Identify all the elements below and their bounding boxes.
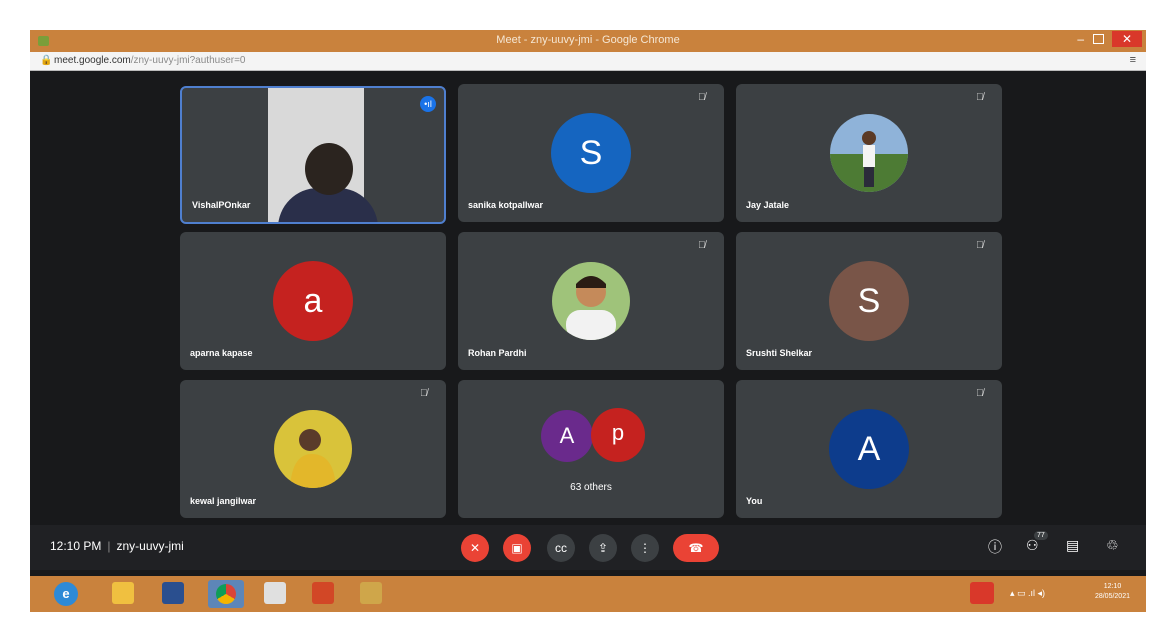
- avatar: S: [829, 261, 909, 341]
- url-path: /zny-uuvy-jmi?authuser=0: [130, 55, 246, 66]
- people-icon[interactable]: ⚇ 77: [1026, 531, 1048, 554]
- participant-name: You: [746, 496, 763, 506]
- powerpoint-icon[interactable]: [312, 582, 334, 604]
- url-host: meet.google.com: [54, 55, 131, 66]
- computer-icon[interactable]: [162, 582, 184, 604]
- avatar: S: [551, 113, 631, 193]
- mic-muted-icon: 🎙̸: [420, 388, 428, 399]
- activities-icon[interactable]: ♲: [1106, 537, 1119, 554]
- info-icon[interactable]: ⓘ: [988, 537, 1002, 557]
- camera-off-icon[interactable]: ▣: [503, 534, 531, 562]
- file-explorer-icon[interactable]: [112, 582, 134, 604]
- mic-muted-icon: 🎙̸: [976, 388, 984, 399]
- address-bar[interactable]: 🔒 meet.google.com/zny-uuvy-jmi?authuser=…: [30, 52, 1146, 71]
- others-count: 63 others: [570, 482, 612, 493]
- minimize-button[interactable]: –: [1077, 32, 1084, 46]
- participant-name: Srushti Shelkar: [746, 348, 813, 358]
- window-title: Meet - zny-uuvy-jmi - Google Chrome: [496, 34, 680, 46]
- clock-time: 12:10: [1103, 583, 1122, 590]
- avatar-photo: [552, 262, 630, 340]
- participant-tile-rohan[interactable]: 🎙̸ Rohan Pardhi: [458, 232, 724, 370]
- participant-tile-jay[interactable]: 🎙̸ Jay Jatale: [736, 84, 1002, 222]
- captions-icon[interactable]: cc: [547, 534, 575, 562]
- avatar: p: [591, 408, 645, 462]
- participant-tile-sanika[interactable]: 🎙̸ S sanika kotpallwar: [458, 84, 724, 222]
- participant-name: Jay Jatale: [746, 200, 790, 210]
- screen: Meet - zny-uuvy-jmi - Google Chrome – ✕ …: [30, 30, 1146, 612]
- taskbar: e ▴ ▭ .ıl ◂) 12:10 28/05/2021: [30, 576, 1146, 612]
- chrome-taskbar-icon[interactable]: [208, 580, 244, 608]
- avatar: A: [541, 410, 593, 462]
- avatar: a: [273, 261, 353, 341]
- clock-text: 12:10 PM: [50, 539, 102, 553]
- lock-icon: 🔒: [40, 55, 53, 66]
- browser-menu-icon[interactable]: ≡: [1130, 54, 1136, 66]
- tray-icons[interactable]: ▴ ▭ .ıl ◂): [1010, 588, 1045, 599]
- speaking-indicator-icon: •ıl: [420, 96, 436, 112]
- participant-name: kewal jangilwar: [190, 496, 257, 506]
- close-button[interactable]: ✕: [1112, 31, 1142, 47]
- more-icon[interactable]: ⋮: [631, 534, 659, 562]
- avatar: A: [829, 409, 909, 489]
- mic-muted-icon: 🎙̸: [698, 240, 706, 251]
- participant-count-badge: 77: [1034, 531, 1048, 540]
- clock-date: 28/05/2021: [1094, 593, 1130, 600]
- present-icon[interactable]: ⇪: [589, 534, 617, 562]
- participant-name: aparna kapase: [190, 348, 253, 358]
- mic-muted-icon: 🎙̸: [698, 92, 706, 103]
- chat-icon[interactable]: ▤: [1066, 537, 1079, 554]
- meeting-info: 12:10 PM | zny-uuvy-jmi: [50, 539, 184, 553]
- internet-explorer-icon[interactable]: e: [54, 582, 78, 606]
- mic-muted-icon: 🎙̸: [976, 92, 984, 103]
- mic-off-icon[interactable]: ✕: [461, 534, 489, 562]
- title-bar: Meet - zny-uuvy-jmi - Google Chrome – ✕: [30, 30, 1146, 52]
- url-text[interactable]: meet.google.com/zny-uuvy-jmi?authuser=0: [54, 55, 246, 66]
- participant-name: VishalPOnkar: [192, 200, 251, 210]
- meeting-bar: 12:10 PM | zny-uuvy-jmi ✕ ▣ cc ⇪ ⋮ ☎ ⓘ ⚇ 77…: [30, 525, 1146, 570]
- end-call-icon[interactable]: ☎: [673, 534, 719, 562]
- participant-tile-kewal[interactable]: 🎙̸ kewal jangilwar: [180, 380, 446, 518]
- system-tray: ▴ ▭ .ıl ◂) 12:10 28/05/2021: [970, 580, 1130, 608]
- avatar-photo: [274, 410, 352, 488]
- participant-tile-others[interactable]: A p 63 others: [458, 380, 724, 518]
- notification-icon[interactable]: [970, 582, 994, 604]
- mic-muted-icon: 🎙̸: [976, 240, 984, 251]
- meeting-code: zny-uuvy-jmi: [116, 539, 184, 553]
- participant-name: sanika kotpallwar: [468, 200, 544, 210]
- participant-tile-vishal[interactable]: •ıl VishalPOnkar: [180, 86, 446, 224]
- participant-tile-aparna[interactable]: a aparna kapase: [180, 232, 446, 370]
- maximize-button[interactable]: [1093, 34, 1104, 44]
- chrome-logo-icon: [216, 584, 236, 604]
- video-person-head: [305, 143, 353, 195]
- participant-tile-srushti[interactable]: 🎙̸ S Srushti Shelkar: [736, 232, 1002, 370]
- system-clock[interactable]: 12:10 28/05/2021: [1095, 582, 1130, 602]
- avatar-photo: [830, 114, 908, 192]
- participant-tile-you[interactable]: 🎙̸ A You: [736, 380, 1002, 518]
- paint-icon[interactable]: [264, 582, 286, 604]
- participant-name: Rohan Pardhi: [468, 348, 527, 358]
- media-icon[interactable]: [360, 582, 382, 604]
